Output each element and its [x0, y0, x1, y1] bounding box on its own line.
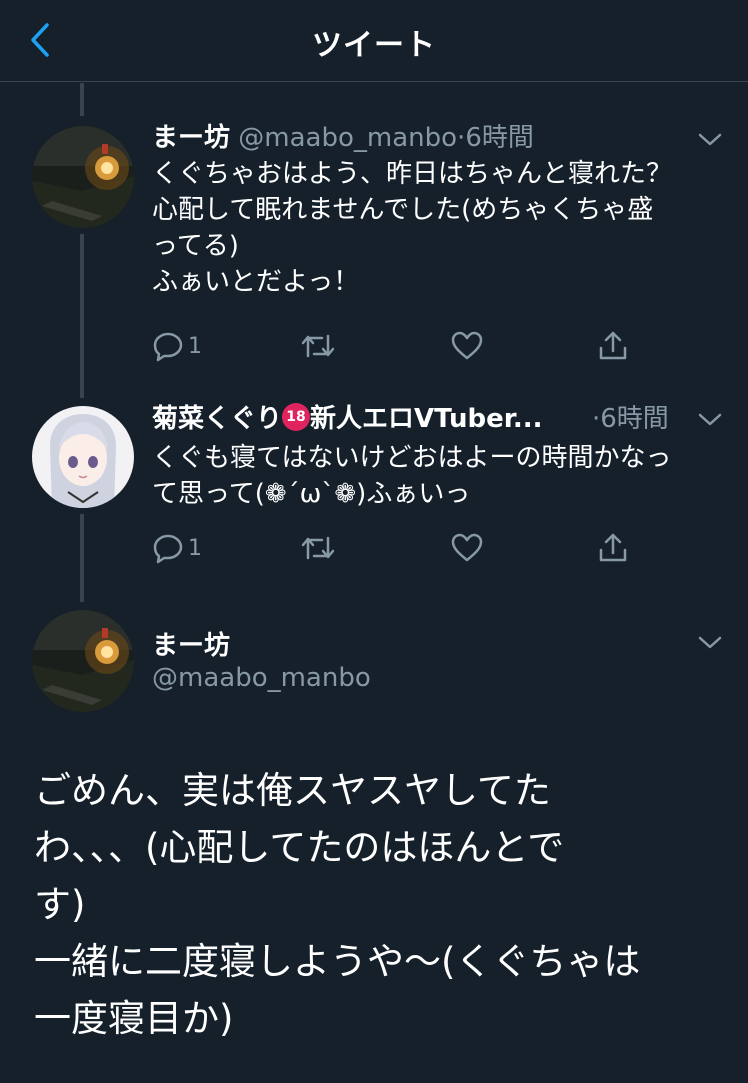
tweet-line: ふぁいとだよっ！ [152, 267, 360, 297]
display-name[interactable]: 菊菜くぐり [152, 404, 282, 434]
tweet-line: くぐも寝てはないけどおはよーの時間かなっ [152, 443, 672, 473]
tweet-line: わ、、、(心配してたのはほんとで [34, 826, 565, 869]
tweet-line: て思って(❁´ω`❁)ふぁいっ [152, 479, 471, 509]
display-name[interactable]: まー坊 [152, 625, 230, 662]
like-button[interactable] [450, 326, 484, 366]
page-title: ツイート [312, 28, 436, 63]
retweet-button[interactable] [300, 528, 336, 568]
tweet-text: くぐも寝てはないけどおはよーの時間かなっ て思って(❁´ω`❁)ふぁいっ [152, 440, 671, 512]
no-under-18-icon: 18 [282, 402, 311, 431]
tweet-line: くぐちゃおはよう、昨日はちゃんと寝れた？ [152, 159, 673, 189]
share-icon [599, 533, 627, 562]
share-icon [599, 331, 627, 360]
reply-count: 1 [188, 333, 202, 359]
tweet-time: ·6時間 [592, 402, 669, 436]
thread-line-1 [80, 234, 84, 398]
handle[interactable]: @maabo_manbo [152, 663, 371, 693]
chevron-down-icon[interactable] [696, 130, 724, 150]
like-button[interactable] [450, 528, 484, 568]
chevron-down-icon[interactable] [696, 410, 724, 430]
chevron-down-icon[interactable] [696, 633, 724, 653]
tweet-line: 一度寝目か) [34, 997, 234, 1040]
heart-icon [451, 331, 483, 360]
main-tweet-text: ごめん、実は俺スヤスヤしてた わ、、、(心配してたのはほんとで す) 一緒に二度… [34, 762, 640, 1047]
reply-button[interactable]: 1 [152, 326, 202, 366]
tweet-line: ごめん、実は俺スヤスヤしてた [34, 769, 551, 812]
tweet-header: まー坊 @maabo_manbo·6時間 [152, 121, 534, 155]
tweet-line: 心配して眠れませんでした(めちゃくちゃ盛 [152, 195, 654, 225]
thread-line-2 [80, 514, 84, 602]
action-bar: 1 [152, 528, 642, 568]
reply-icon [153, 534, 183, 564]
display-name[interactable]: まー坊 [152, 123, 230, 153]
action-bar: 1 [152, 326, 642, 366]
tweet-line: ってる) [152, 231, 239, 261]
timestamp[interactable]: 6時間 [600, 404, 669, 434]
reply-icon [153, 332, 183, 362]
top-bar: ツイート [0, 0, 748, 82]
share-button[interactable] [596, 326, 630, 366]
tweet-line: す) [34, 883, 86, 926]
display-name-rest[interactable]: 新人エロVTuber... [310, 404, 543, 434]
avatar[interactable] [32, 610, 134, 712]
thread-line-top [80, 83, 84, 116]
avatar[interactable] [32, 126, 134, 228]
timestamp[interactable]: 6時間 [465, 123, 534, 153]
reply-count: 1 [188, 535, 202, 561]
heart-icon [451, 533, 483, 562]
avatar[interactable] [32, 406, 134, 508]
tweet-header: 菊菜くぐり 18 新人エロVTuber... [152, 402, 543, 436]
retweet-icon [301, 334, 335, 358]
tweet-text: くぐちゃおはよう、昨日はちゃんと寝れた？ 心配して眠れませんでした(めちゃくちゃ… [152, 156, 672, 300]
retweet-icon [301, 536, 335, 560]
reply-button[interactable]: 1 [152, 528, 202, 568]
tweet-line: 一緒に二度寝しようや〜(くぐちゃは [34, 940, 641, 983]
retweet-button[interactable] [300, 326, 336, 366]
handle[interactable]: @maabo_manbo [238, 123, 457, 153]
share-button[interactable] [596, 528, 630, 568]
